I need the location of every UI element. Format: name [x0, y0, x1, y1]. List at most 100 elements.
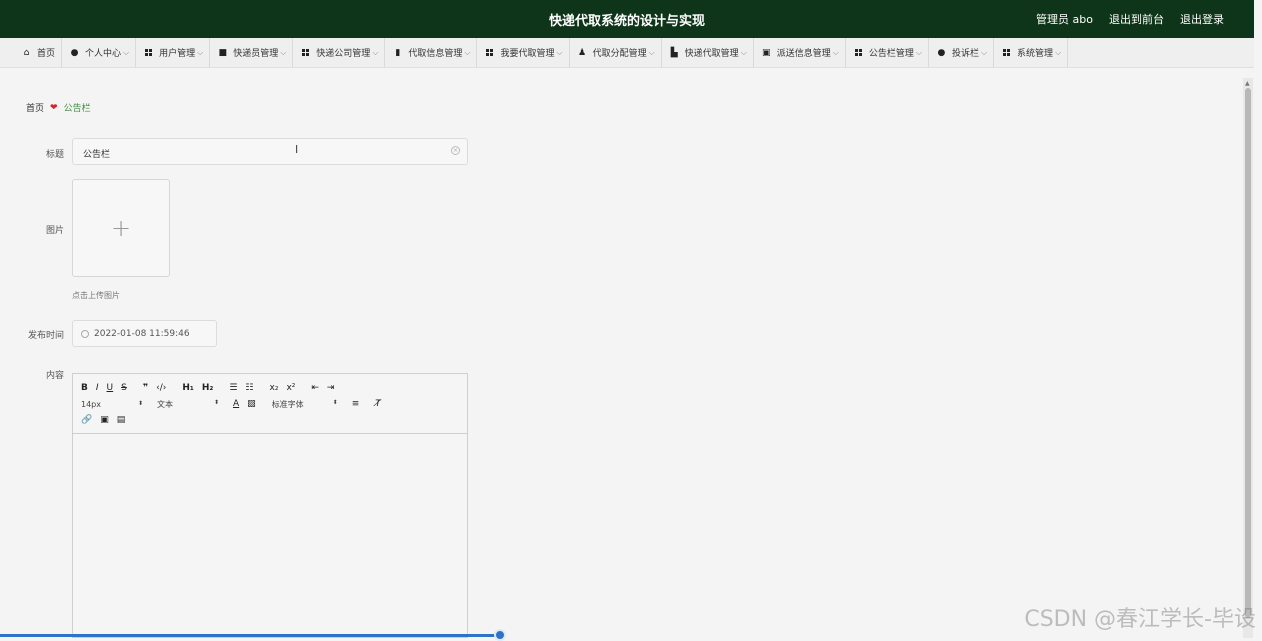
- chevron-down-icon: ⌵: [123, 47, 130, 57]
- clock-icon: [81, 329, 89, 338]
- nav-item-complaints[interactable]: ● 投诉栏 ⌵: [929, 37, 995, 68]
- home-icon: ⌂: [23, 47, 30, 58]
- nav-label: 派送信息管理: [776, 49, 831, 59]
- clipboard-icon: ▮: [395, 47, 401, 58]
- publish-time-label: 发布时间: [27, 331, 64, 341]
- image-label: 图片: [45, 226, 64, 236]
- nav-item-system-management[interactable]: 系统管理 ⌵: [994, 37, 1069, 68]
- chevron-down-icon: ⌵: [197, 47, 204, 57]
- title-input[interactable]: 公告栏 ×: [72, 138, 468, 165]
- editor-toolbar: B I U S ❞ ‹/› H₁ H₂ ☰ ☷ x₂ x² ⇤ ⇥ 14px ⬍ …: [73, 374, 467, 434]
- video-icon[interactable]: ▤: [117, 415, 126, 425]
- rich-text-editor: B I U S ❞ ‹/› H₁ H₂ ☰ ☷ x₂ x² ⇤ ⇥ 14px ⬍ …: [72, 373, 468, 638]
- heading-2-icon[interactable]: H₂: [202, 383, 213, 393]
- grid-icon: [854, 48, 863, 57]
- italic-icon[interactable]: I: [96, 383, 99, 393]
- nav-item-personal-center[interactable]: ● 个人中心 ⌵: [62, 37, 137, 68]
- nav-item-express-pickup-management[interactable]: ▙ 快递代取管理 ⌵: [662, 37, 754, 68]
- chevron-down-icon: ⌵: [740, 47, 747, 57]
- chevron-down-icon: ⌵: [1055, 47, 1062, 57]
- breadcrumb-home[interactable]: 首页: [26, 101, 44, 114]
- nav-label: 快递代取管理: [684, 49, 739, 59]
- select-arrows-icon: ⬍: [137, 399, 143, 407]
- scrollbar-thumb[interactable]: [1245, 88, 1251, 618]
- content-label: 内容: [45, 371, 64, 381]
- background-color-icon[interactable]: ▨: [247, 399, 256, 409]
- chevron-down-icon: ⌵: [464, 47, 471, 57]
- person-icon: ♟: [578, 47, 587, 58]
- nav-label: 代取分配管理: [592, 49, 647, 59]
- main-nav: ⌂ 首页 ● 个人中心 ⌵ 用户管理 ⌵ ■ 快递员管理 ⌵ 快递公司管理 ⌵ ▮ 代取…: [0, 37, 1254, 68]
- nav-item-my-pickup-management[interactable]: 我要代取管理 ⌵: [477, 37, 570, 68]
- font-size-value: 14px: [81, 399, 101, 409]
- chevron-down-icon: ⌵: [832, 47, 839, 57]
- progress-handle[interactable]: [494, 629, 506, 641]
- nav-label: 代取信息管理: [408, 49, 463, 59]
- blockquote-icon[interactable]: ❞: [143, 383, 148, 393]
- subscript-icon[interactable]: x₂: [270, 383, 279, 393]
- nav-label: 首页: [37, 49, 56, 59]
- heading-1-icon[interactable]: H₁: [182, 383, 193, 393]
- font-size-select[interactable]: 14px ⬍: [81, 400, 143, 409]
- nav-item-pickup-info-management[interactable]: ▮ 代取信息管理 ⌵: [385, 37, 478, 68]
- nav-label: 系统管理: [1017, 49, 1054, 59]
- nav-label: 用户管理: [159, 49, 196, 59]
- nav-label: 我要代取管理: [500, 49, 555, 59]
- chevron-down-icon: ⌵: [980, 47, 988, 57]
- font-color-icon[interactable]: A: [233, 399, 239, 409]
- image-upload-box[interactable]: +: [72, 179, 170, 277]
- top-header: 快递代取系统的设计与实现 管理员 abo 退出到前台 退出登录: [0, 0, 1254, 38]
- grid-icon: [144, 48, 153, 57]
- bold-icon[interactable]: B: [81, 383, 88, 393]
- link-icon[interactable]: 🔗: [81, 415, 92, 425]
- nav-item-delivery-info-management[interactable]: ▣ 派送信息管理 ⌵: [754, 37, 846, 68]
- outdent-icon[interactable]: ⇤: [311, 383, 319, 393]
- clear-icon[interactable]: ×: [451, 146, 460, 155]
- upload-tip: 点击上传图片: [72, 291, 120, 300]
- nav-label: 公告栏管理: [868, 49, 914, 59]
- logout-link[interactable]: 退出登录: [1180, 11, 1224, 27]
- font-family-select[interactable]: 标准字体 ⬍: [272, 399, 338, 410]
- nav-item-pickup-assign-management[interactable]: ♟ 代取分配管理 ⌵: [570, 37, 662, 68]
- progress-line: [0, 634, 500, 637]
- superscript-icon[interactable]: x²: [286, 383, 295, 393]
- exit-to-front-link[interactable]: 退出到前台: [1109, 11, 1164, 27]
- chevron-down-icon: ⌵: [280, 47, 287, 57]
- image-icon[interactable]: ▣: [100, 415, 109, 425]
- scroll-up-icon[interactable]: ▲: [1245, 80, 1250, 87]
- vertical-scrollbar[interactable]: ▲: [1243, 78, 1253, 638]
- chevron-down-icon: ⌵: [915, 47, 922, 57]
- indent-icon[interactable]: ⇥: [327, 383, 335, 393]
- editor-content-area[interactable]: [73, 434, 467, 638]
- grid-icon: [301, 48, 310, 57]
- font-family-value: 标准字体: [271, 399, 304, 409]
- chevron-down-icon: ⌵: [556, 47, 563, 57]
- nav-item-home[interactable]: ⌂ 首页: [14, 37, 63, 68]
- nav-item-user-management[interactable]: 用户管理 ⌵: [136, 37, 211, 68]
- bullet-list-icon[interactable]: ☷: [245, 383, 253, 393]
- text-cursor-icon: Ⅰ: [295, 143, 299, 156]
- breadcrumb-current: 公告栏: [63, 104, 91, 114]
- plus-icon: +: [110, 214, 132, 242]
- nav-item-company-management[interactable]: 快递公司管理 ⌵: [293, 37, 386, 68]
- publish-time-picker[interactable]: 2022-01-08 11:59:46: [72, 320, 217, 347]
- grid-icon: [1002, 48, 1011, 57]
- clear-format-icon[interactable]: T̸: [375, 399, 381, 409]
- code-icon[interactable]: ‹/›: [156, 383, 166, 393]
- nav-item-notice-management[interactable]: 公告栏管理 ⌵: [846, 37, 929, 68]
- nav-item-courier-management[interactable]: ■ 快递员管理 ⌵: [210, 37, 294, 68]
- select-arrows-icon: ⬍: [332, 398, 338, 406]
- nav-label: 投诉栏: [951, 49, 979, 59]
- bar-chart-icon: ▙: [670, 47, 678, 58]
- watermark: CSDN @春江学长-毕设: [1024, 607, 1256, 632]
- ordered-list-icon[interactable]: ☰: [229, 383, 237, 393]
- strike-icon[interactable]: S: [121, 383, 127, 393]
- align-icon[interactable]: ≡: [352, 399, 360, 409]
- nav-label: 快递员管理: [233, 49, 279, 59]
- underline-icon[interactable]: U: [107, 383, 114, 393]
- grid-icon: [485, 48, 494, 57]
- header-actions: 管理员 abo 退出到前台 退出登录: [1036, 11, 1224, 27]
- pin-icon: ●: [937, 47, 946, 58]
- nav-label: 个人中心: [85, 49, 122, 59]
- paragraph-select[interactable]: 文本 ⬍: [157, 399, 219, 410]
